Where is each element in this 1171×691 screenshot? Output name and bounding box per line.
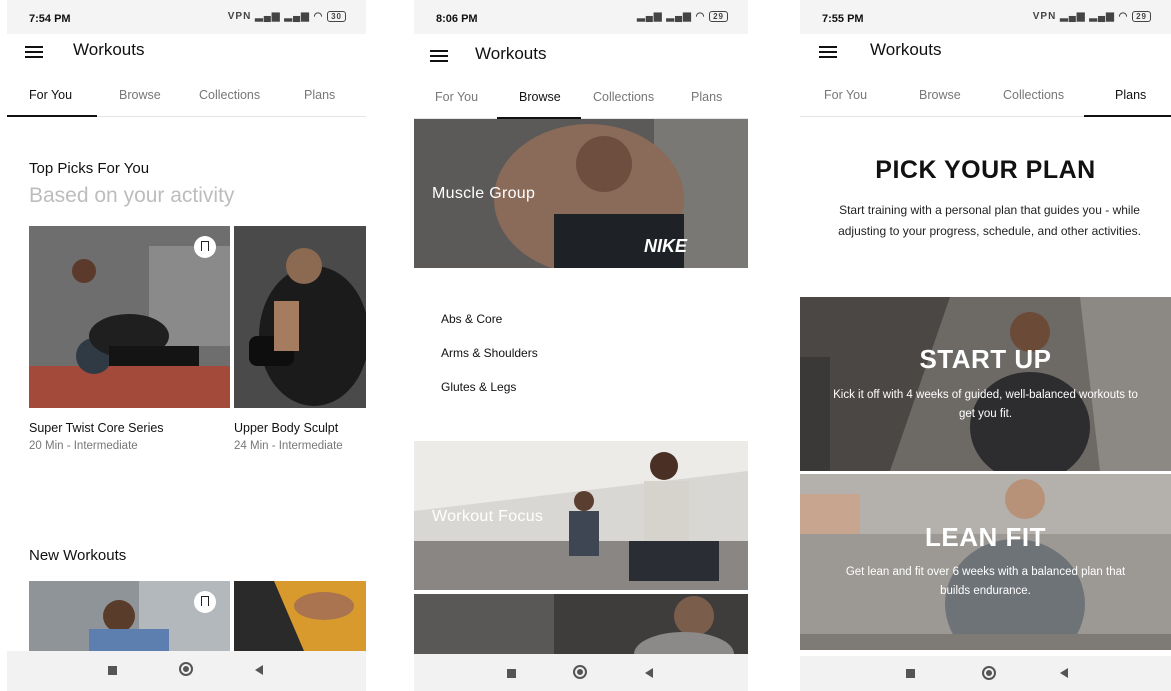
top-picks-title: Top Picks For You: [29, 160, 150, 177]
workout-card-2[interactable]: [234, 226, 366, 408]
top-picks-subtitle: Based on your activity: [29, 184, 235, 207]
status-icons: ▂▄▆ ▂▄▆ ◠ 29: [637, 11, 728, 22]
status-time: 8:06 PM: [436, 13, 478, 25]
page-title: Workouts: [475, 44, 547, 63]
tab-for-you[interactable]: For You: [29, 88, 72, 102]
tab-browse[interactable]: Browse: [519, 90, 561, 104]
start-up-photo: [800, 297, 1171, 471]
status-time: 7:54 PM: [29, 13, 71, 25]
app-bar: Workouts: [414, 38, 748, 74]
tab-plans[interactable]: Plans: [691, 90, 722, 104]
bookmark-icon[interactable]: [194, 236, 216, 258]
workout-name[interactable]: Upper Body Sculpt: [234, 421, 338, 435]
new-workouts-title: New Workouts: [29, 547, 127, 564]
status-bar: 8:06 PM ▂▄▆ ▂▄▆ ◠ 29: [414, 0, 748, 34]
system-nav-bar: [414, 654, 748, 691]
battery-icon: 30: [327, 11, 346, 22]
tab-browse[interactable]: Browse: [119, 88, 161, 102]
app-bar: Workouts: [7, 34, 366, 70]
more-photo: [414, 594, 748, 654]
muscle-group-banner[interactable]: NIKE Muscle Group: [414, 119, 748, 268]
tab-for-you[interactable]: For You: [824, 88, 867, 102]
tab-collections[interactable]: Collections: [1003, 88, 1064, 102]
workout-focus-banner[interactable]: Workout Focus: [414, 441, 748, 590]
screen-browse: 8:06 PM ▂▄▆ ▂▄▆ ◠ 29 Workouts For You Br…: [414, 0, 748, 691]
tab-collections[interactable]: Collections: [199, 88, 260, 102]
tab-indicator: [1084, 115, 1171, 117]
muscle-group-item[interactable]: Arms & Shoulders: [441, 346, 538, 360]
home-icon[interactable]: [573, 665, 587, 679]
muscle-group-item[interactable]: Glutes & Legs: [441, 380, 516, 394]
plan-description: Get lean and fit over 6 weeks with a bal…: [845, 566, 1126, 597]
new-workout-card-1[interactable]: [29, 581, 230, 651]
nike-logo-text: NIKE: [644, 236, 688, 256]
plan-title: LEAN FIT: [925, 522, 1046, 552]
back-icon[interactable]: [1060, 668, 1068, 678]
back-icon[interactable]: [255, 665, 263, 675]
home-icon[interactable]: [179, 662, 193, 676]
status-icons: VPN ▂▄▆ ▂▄▆ ◠ 29: [1033, 11, 1151, 22]
workout-focus-label: Workout Focus: [432, 508, 544, 525]
recents-icon[interactable]: [108, 666, 117, 675]
workout-meta: 24 Min - Intermediate: [234, 440, 343, 452]
system-nav-bar: [7, 651, 366, 691]
page-title: Workouts: [870, 40, 942, 59]
plans-heading: PICK YOUR PLAN: [875, 156, 1096, 184]
workout-meta: 20 Min - Intermediate: [29, 440, 138, 452]
tab-plans[interactable]: Plans: [1115, 88, 1146, 102]
tab-plans[interactable]: Plans: [304, 88, 335, 102]
tab-indicator: [7, 115, 97, 117]
app-bar: Workouts: [800, 34, 1171, 70]
status-time: 7:55 PM: [822, 13, 864, 25]
workout-photo: [234, 581, 366, 651]
new-workout-card-2[interactable]: [234, 581, 366, 651]
battery-icon: 29: [709, 11, 728, 22]
back-icon[interactable]: [645, 668, 653, 678]
status-icons: VPN ▂▄▆ ▂▄▆ ◠ 30: [228, 11, 346, 22]
hamburger-menu-icon[interactable]: [819, 46, 837, 58]
screen-for-you: 7:54 PM VPN ▂▄▆ ▂▄▆ ◠ 30 Workouts For Yo…: [7, 0, 366, 691]
hamburger-menu-icon[interactable]: [430, 50, 448, 62]
tab-collections[interactable]: Collections: [593, 90, 654, 104]
tab-browse[interactable]: Browse: [919, 88, 961, 102]
battery-icon: 29: [1132, 11, 1151, 22]
bookmark-icon[interactable]: [194, 591, 216, 613]
tab-bar: For You Browse Collections Plans: [800, 80, 1171, 117]
lean-fit-photo: [800, 474, 1171, 650]
more-banner[interactable]: [414, 594, 748, 654]
tab-for-you[interactable]: For You: [435, 90, 478, 104]
system-nav-bar: [800, 656, 1171, 691]
home-icon[interactable]: [982, 666, 996, 680]
workout-card-1[interactable]: [29, 226, 230, 408]
recents-icon[interactable]: [507, 669, 516, 678]
plan-title: START UP: [919, 344, 1052, 374]
hamburger-menu-icon[interactable]: [25, 46, 43, 58]
screen-plans: 7:55 PM VPN ▂▄▆ ▂▄▆ ◠ 29 Workouts For Yo…: [800, 0, 1171, 691]
tab-bar: For You Browse Collections Plans: [414, 82, 748, 119]
recents-icon[interactable]: [906, 669, 915, 678]
status-bar: 7:54 PM VPN ▂▄▆ ▂▄▆ ◠ 30: [7, 0, 366, 34]
muscle-group-label: Muscle Group: [432, 185, 536, 202]
workout-photo: [234, 226, 366, 408]
plans-description: Start training with a personal plan that…: [838, 203, 1141, 238]
tab-bar: For You Browse Collections Plans: [7, 80, 366, 117]
status-bar: 7:55 PM VPN ▂▄▆ ▂▄▆ ◠ 29: [800, 0, 1171, 34]
plan-description: Kick it off with 4 weeks of guided, well…: [833, 389, 1138, 420]
plan-card-lean-fit[interactable]: LEAN FIT Get lean and fit over 6 weeks w…: [800, 474, 1171, 650]
muscle-group-item[interactable]: Abs & Core: [441, 312, 502, 326]
plan-card-start-up[interactable]: START UP Kick it off with 4 weeks of gui…: [800, 297, 1171, 471]
page-title: Workouts: [73, 40, 145, 59]
workout-name[interactable]: Super Twist Core Series: [29, 421, 164, 435]
